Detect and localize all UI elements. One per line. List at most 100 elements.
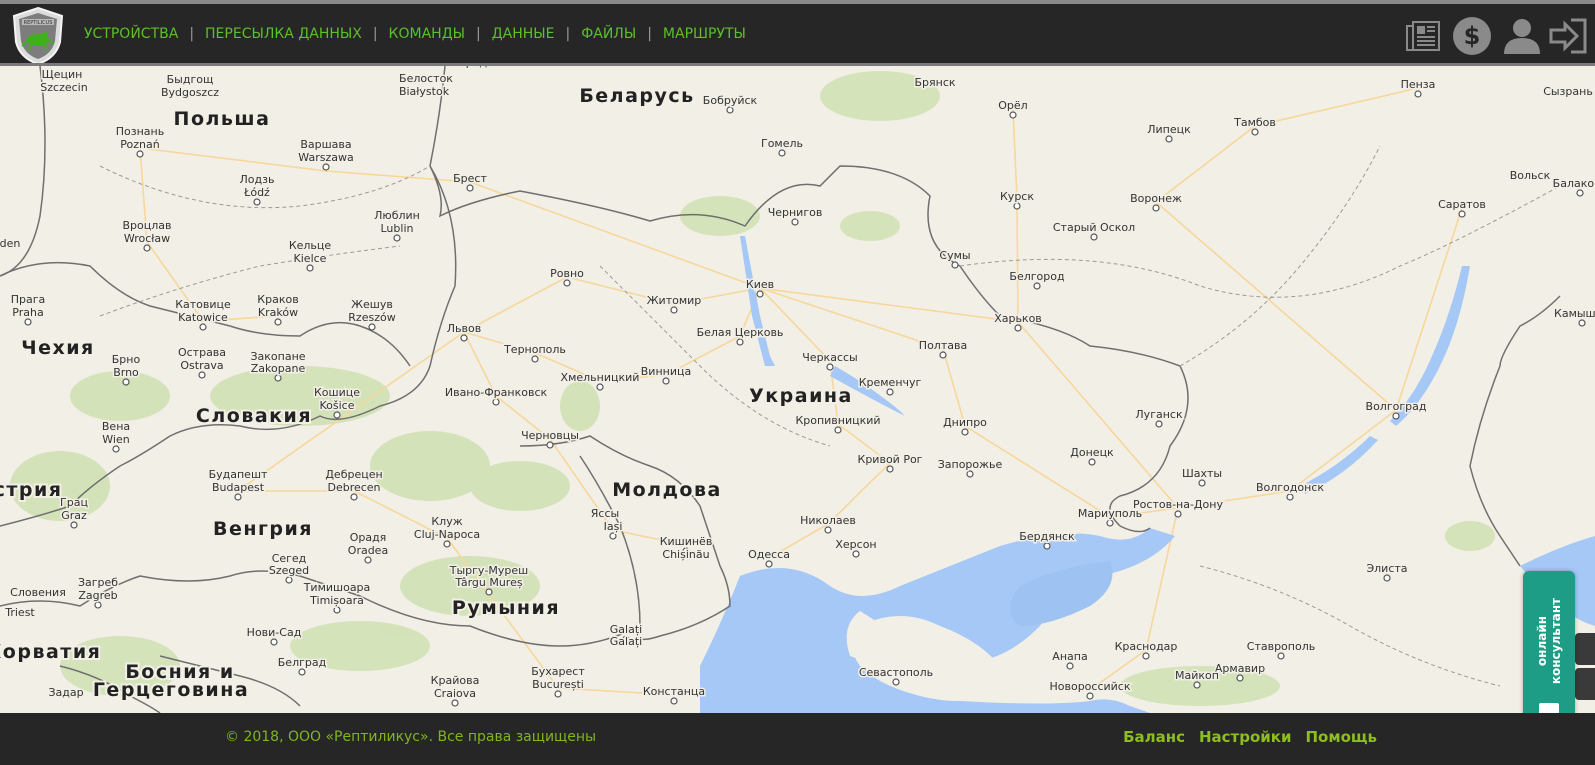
city-marker [333,606,341,614]
city-marker [199,323,207,331]
city-label: Новороссийск [1049,680,1130,693]
city-label: Кишинёв [660,535,713,548]
map[interactable]: Щецин Szczecin Быдгощ Bydgoszcz Белосток Biał… [0,66,1595,713]
city-label: Брест [453,172,487,185]
city-label: Łódź [243,186,270,199]
city-label: Кривой Рог [858,453,923,466]
city-marker [826,363,834,371]
city-label: Katowice [178,311,228,324]
city-label: Praha [12,306,43,319]
logo[interactable]: REPTILICUS [10,6,66,66]
svg-text:$: $ [1464,22,1481,50]
city-label: Люблин [374,209,420,222]
city-marker [961,428,969,436]
city-marker [563,279,571,287]
user-icon[interactable] [1502,16,1542,56]
news-icon[interactable] [1405,16,1445,56]
city-marker [670,697,678,705]
city-label: Oradea [348,544,388,557]
city-marker [662,377,670,385]
city-marker [966,470,974,478]
city-label: Грац [60,496,88,509]
city-label: Wien [102,433,129,446]
city-marker [852,550,860,558]
copyright-text: © 2018, ООО «Рептиликус». Все права защи… [225,729,597,745]
city-marker [892,678,900,686]
city-label: Тимишоара [303,581,371,594]
city-marker [791,218,799,226]
city-label: Вена [102,420,130,433]
city-marker [1458,210,1466,218]
nav-separator: | [189,25,195,42]
city-marker [112,445,120,453]
city-label: Клуж [431,515,462,528]
city-label: Тернополь [503,343,566,356]
city-marker [886,388,894,396]
city-label: Липецк [1147,123,1191,136]
city-marker [70,521,78,529]
map-zoom-out-button[interactable] [1575,668,1595,700]
city-label: Ostrava [180,359,223,372]
city-label: Витовка [588,66,636,69]
city-label: Кошице [314,386,360,399]
nav-separator: | [565,25,571,42]
city-label: Wrocław [124,232,170,245]
city-label: Армавир [1215,662,1265,675]
city-label: Запорожье [938,458,1003,471]
city-label: Черновцы [521,429,579,442]
city-marker [364,556,372,564]
city-label: Brno [113,366,139,379]
city-label: Нови-Сад [247,626,302,639]
city-marker [1014,324,1022,332]
city-marker [765,560,773,568]
city-marker [270,638,278,646]
nav-separator: | [372,25,378,42]
city-label: Полтава [919,339,967,352]
footer-link-help[interactable]: Помощь [1306,728,1378,746]
country-label: Польша [174,108,271,130]
logout-icon[interactable] [1549,16,1589,56]
city-label: Białystok [399,85,450,98]
city-label: Элиста [1366,562,1407,575]
city-label: Ставрополь [1247,640,1315,653]
country-label: Герцеговина [93,679,249,701]
nav-data[interactable]: ДАННЫЕ [492,26,555,42]
city-label: Познань [116,125,164,138]
city-label: Брно [112,353,141,366]
footer-links: Баланс Настройки Помощь [1123,728,1377,746]
city-label: Быдгощ [167,73,214,86]
city-label: Вольск [1510,169,1551,182]
city-marker [1236,674,1244,682]
nav-commands[interactable]: КОМАНДЫ [389,26,465,42]
city-marker [1174,510,1182,518]
nav-routes[interactable]: МАРШРУТЫ [663,26,746,42]
map-zoom-in-button[interactable] [1575,633,1595,665]
footer-link-balance[interactable]: Баланс [1123,728,1185,746]
city-label: Констанца [643,685,705,698]
nav-devices[interactable]: УСТРОЙСТВА [84,26,178,42]
nav-separator: | [475,25,481,42]
city-marker [1152,204,1160,212]
nav-files[interactable]: ФАЙЛЫ [581,26,636,42]
city-label: Житомир [647,294,702,307]
city-label: Прага [11,293,46,306]
city-label: Белгород [1009,270,1065,283]
city-marker [466,184,474,192]
city-label: Тамбов [1233,116,1276,129]
city-marker [460,334,468,342]
header: REPTILICUS УСТРОЙСТВА | ПЕРЕСЫЛКА ДАННЫХ… [0,4,1595,66]
city-label: Орадя [350,531,387,544]
city-marker [736,338,744,346]
city-marker [951,261,959,269]
city-label: Сумы [939,249,970,262]
city-label: Kielce [294,252,327,265]
logo-text: REPTILICUS [24,20,53,26]
map-canvas[interactable]: ЩецинSzczecin БыдгощBydgoszcz БелостокBiał… [0,66,1595,713]
city-label: Словения [10,586,66,599]
footer-link-settings[interactable]: Настройки [1199,728,1292,746]
city-label: Донецк [1070,446,1114,459]
city-marker [1198,479,1206,487]
nav-data-forwarding[interactable]: ПЕРЕСЫЛКА ДАННЫХ [205,26,362,42]
city-marker [596,383,604,391]
dollar-icon[interactable]: $ [1452,16,1492,56]
